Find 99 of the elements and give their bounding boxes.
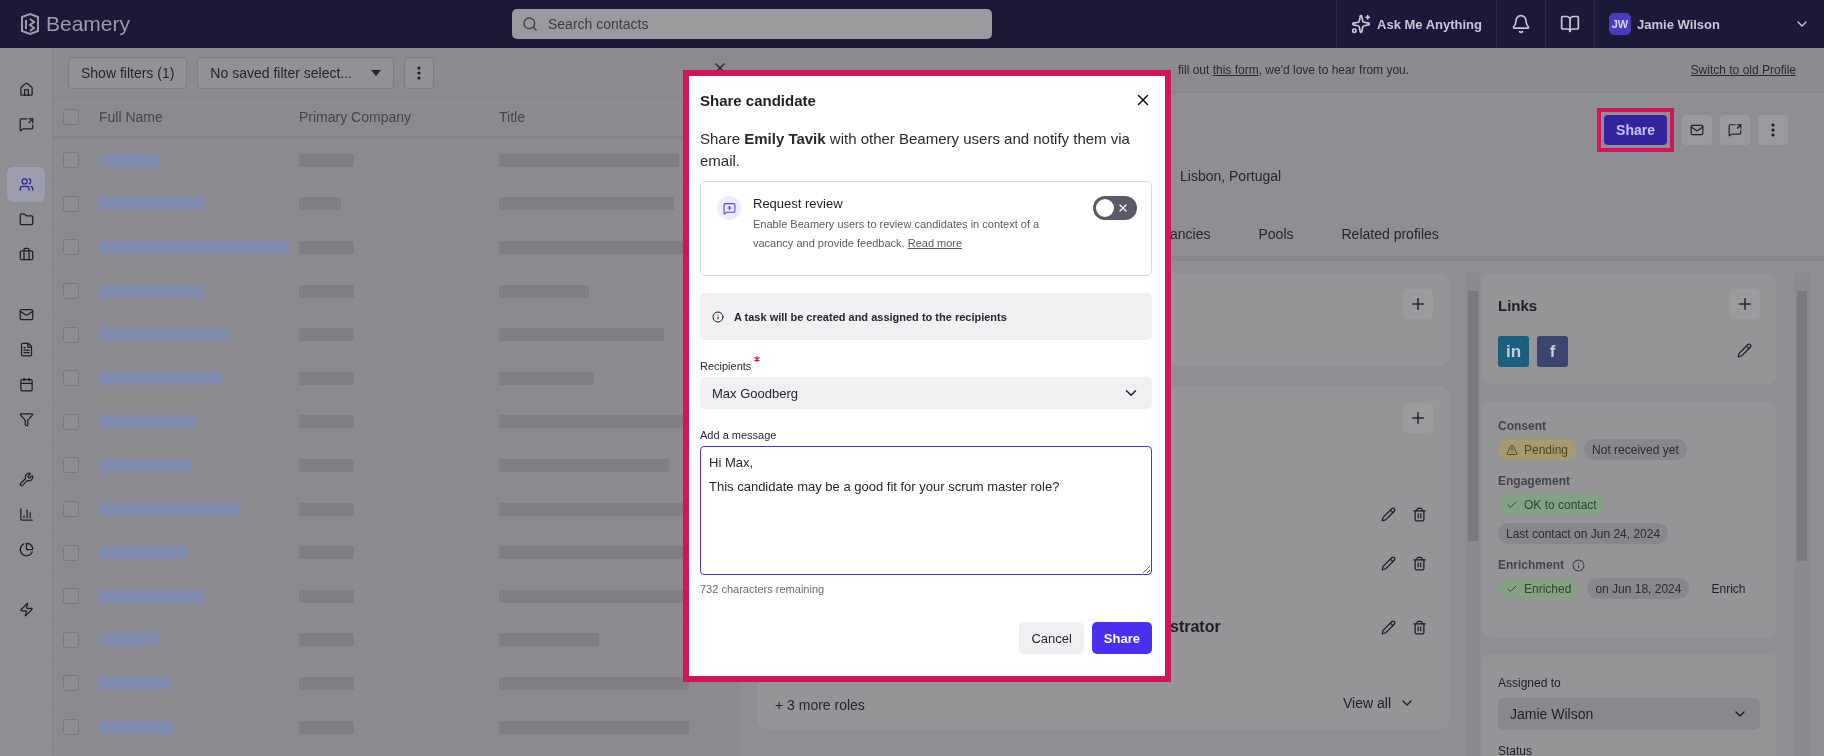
user-name: Jamie Wilson [1637, 16, 1720, 32]
review-title: Request review [753, 196, 843, 211]
trash-icon[interactable] [1412, 556, 1427, 571]
form-link[interactable]: this form [1212, 63, 1259, 77]
cancel-button[interactable]: Cancel [1019, 622, 1084, 654]
review-description: Enable Beamery users to review candidates in context of a vacancy and provide feedback. Read more [753, 217, 1041, 251]
caret-icon [371, 69, 382, 76]
user-avatar: JW [1609, 13, 1631, 35]
blurred-name [99, 676, 169, 690]
more-button[interactable] [404, 56, 435, 89]
folder-icon [18, 212, 34, 227]
add-button[interactable] [1730, 289, 1760, 319]
review-toggle[interactable] [1093, 196, 1137, 220]
status-tag: Enriched [1498, 578, 1580, 599]
status-label: Status [1498, 744, 1533, 756]
status-tag: Pending [1498, 439, 1577, 460]
characters-remaining: 732 characters remaining [700, 583, 825, 595]
trash-icon[interactable] [1412, 507, 1427, 522]
logo-icon [20, 13, 40, 35]
chat-icon [18, 117, 34, 132]
book-icon [1560, 14, 1580, 34]
mail-icon [18, 307, 34, 322]
status-tag: on Jun 18, 2024 [1587, 578, 1690, 599]
file-icon [18, 342, 34, 357]
column-header[interactable]: Primary Company [299, 109, 499, 125]
info-icon [1572, 558, 1585, 572]
chat-icon [1728, 123, 1742, 137]
plus-icon [1409, 409, 1427, 427]
column-header[interactable]: Full Name [99, 109, 299, 125]
share-button[interactable]: Share [1604, 115, 1667, 145]
blurred-name [99, 633, 159, 647]
mail-button[interactable] [1682, 115, 1712, 145]
status-tag: Last contact on Jun 24, 2024 [1498, 523, 1669, 544]
edit-icon[interactable] [1737, 343, 1752, 358]
recipients-label: Recipients [700, 360, 752, 372]
filter-icon [18, 412, 34, 427]
mail-icon [1690, 123, 1704, 137]
assigned-label: Assigned to [1498, 676, 1561, 690]
switch-profile-link[interactable]: Switch to old Profile [1690, 63, 1796, 77]
trash-icon[interactable] [1412, 620, 1427, 635]
edit-icon[interactable] [1381, 507, 1396, 522]
status-tag: Not received yet [1584, 439, 1687, 460]
dialog-title: Share candidate [700, 91, 816, 109]
profile-tab[interactable]: Related profiles [1341, 226, 1439, 242]
edit-icon[interactable] [1381, 620, 1396, 635]
home-icon [18, 82, 34, 97]
saved-filter-select[interactable]: No saved filter select... [197, 56, 395, 89]
facebook-link[interactable]: f [1537, 336, 1568, 367]
read-more-link[interactable]: Read more [907, 237, 963, 249]
warning-icon [1506, 443, 1518, 456]
sidebar-item[interactable] [7, 167, 45, 202]
enrich-button[interactable]: Enrich [1703, 578, 1754, 599]
message-field[interactable]: Hi Max, This candidate may be a good fit for your scrum master role? [700, 446, 1152, 575]
chat-button[interactable] [1720, 115, 1750, 145]
more-icon [417, 65, 422, 80]
status-label: Engagement [1498, 474, 1570, 488]
status-label: Consent [1498, 419, 1546, 433]
search-icon [522, 16, 538, 32]
more-icon [1771, 123, 1775, 137]
pie-icon [18, 542, 34, 557]
banner-text: fill out this form, we'd love to hear from you. [1178, 63, 1410, 77]
location-text: Lisbon, Portugal [1180, 168, 1283, 184]
profile-tab[interactable]: ancies [1170, 226, 1211, 242]
show-filters-button[interactable]: Show filters (1) [68, 56, 188, 89]
message-label: Add a message [700, 429, 777, 441]
review-icon [717, 196, 741, 220]
logo-text: Beamery [46, 12, 131, 36]
search-input[interactable]: Search contacts [546, 15, 982, 33]
more-roles-text: + 3 more roles [775, 697, 865, 713]
calendar-icon [18, 377, 34, 392]
links-title: Links [1498, 297, 1538, 314]
edit-icon[interactable] [1381, 556, 1396, 571]
add-button[interactable] [1403, 289, 1433, 319]
status-tag: OK to contact [1498, 494, 1605, 515]
dialog-description: Share Emily Tavik with other Beamery users and notify them via email. [700, 129, 1131, 171]
view-all-button[interactable]: View all [1337, 694, 1421, 712]
briefcase-icon [18, 247, 34, 262]
contacts-icon [18, 177, 34, 192]
search-field[interactable]: Search contacts [512, 9, 992, 39]
plus-icon [1736, 295, 1754, 313]
more-button[interactable] [1758, 115, 1788, 145]
wrench-icon [18, 472, 34, 487]
role-title: strator [1170, 618, 1221, 636]
share-button[interactable]: Share [1091, 622, 1152, 654]
info-text: A task will be created and assigned to the recipients [734, 310, 1007, 323]
sparkles-icon [1351, 14, 1371, 34]
recipients-select[interactable]: Max Goodberg [700, 377, 1152, 409]
linkedin-link[interactable]: in [1498, 336, 1529, 367]
bell-icon [1511, 14, 1531, 34]
profile-tab[interactable]: Pools [1258, 226, 1294, 242]
x-icon [1117, 202, 1129, 214]
blurred-name [99, 153, 161, 167]
bolt-icon [18, 602, 34, 617]
add-button[interactable] [1403, 403, 1433, 433]
plus-icon [1409, 295, 1427, 313]
info-icon [712, 310, 724, 323]
assignee-select[interactable]: Jamie Wilson [1498, 698, 1760, 730]
bars-icon [18, 507, 34, 522]
status-label: Enrichment [1498, 558, 1585, 572]
